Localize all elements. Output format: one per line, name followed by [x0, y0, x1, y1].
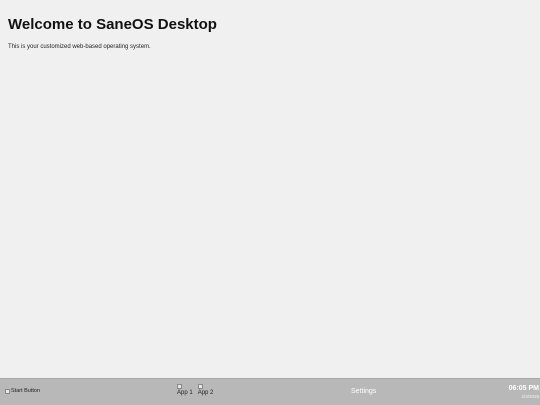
taskbar: Start Button App 1 App 2 Settings 06:05 … [0, 378, 540, 405]
clock-time: 06:05 PM [508, 385, 539, 392]
app-tray: App 1 App 2 [177, 384, 213, 396]
taskbar-app-1[interactable]: App 1 [177, 384, 193, 396]
start-button-alt-text: Start Button [11, 388, 41, 394]
broken-image-icon [177, 384, 182, 389]
broken-image-icon [5, 388, 10, 394]
clock-date: 2/3/2026 [521, 394, 539, 399]
start-button[interactable]: Start Button [5, 388, 40, 394]
page-title: Welcome to SaneOS Desktop [8, 16, 217, 33]
settings-button[interactable]: Settings [351, 388, 376, 395]
page-subtitle: This is your customized web-based operat… [8, 44, 151, 50]
broken-image-icon [197, 384, 203, 389]
app-label: App 1 [177, 390, 193, 396]
taskbar-app-2[interactable]: App 2 [197, 384, 214, 396]
taskbar-clock: 06:05 PM 2/3/2026 [509, 384, 539, 401]
app-label: App 2 [197, 390, 214, 396]
desktop-area: Welcome to SaneOS Desktop This is your c… [0, 0, 540, 378]
